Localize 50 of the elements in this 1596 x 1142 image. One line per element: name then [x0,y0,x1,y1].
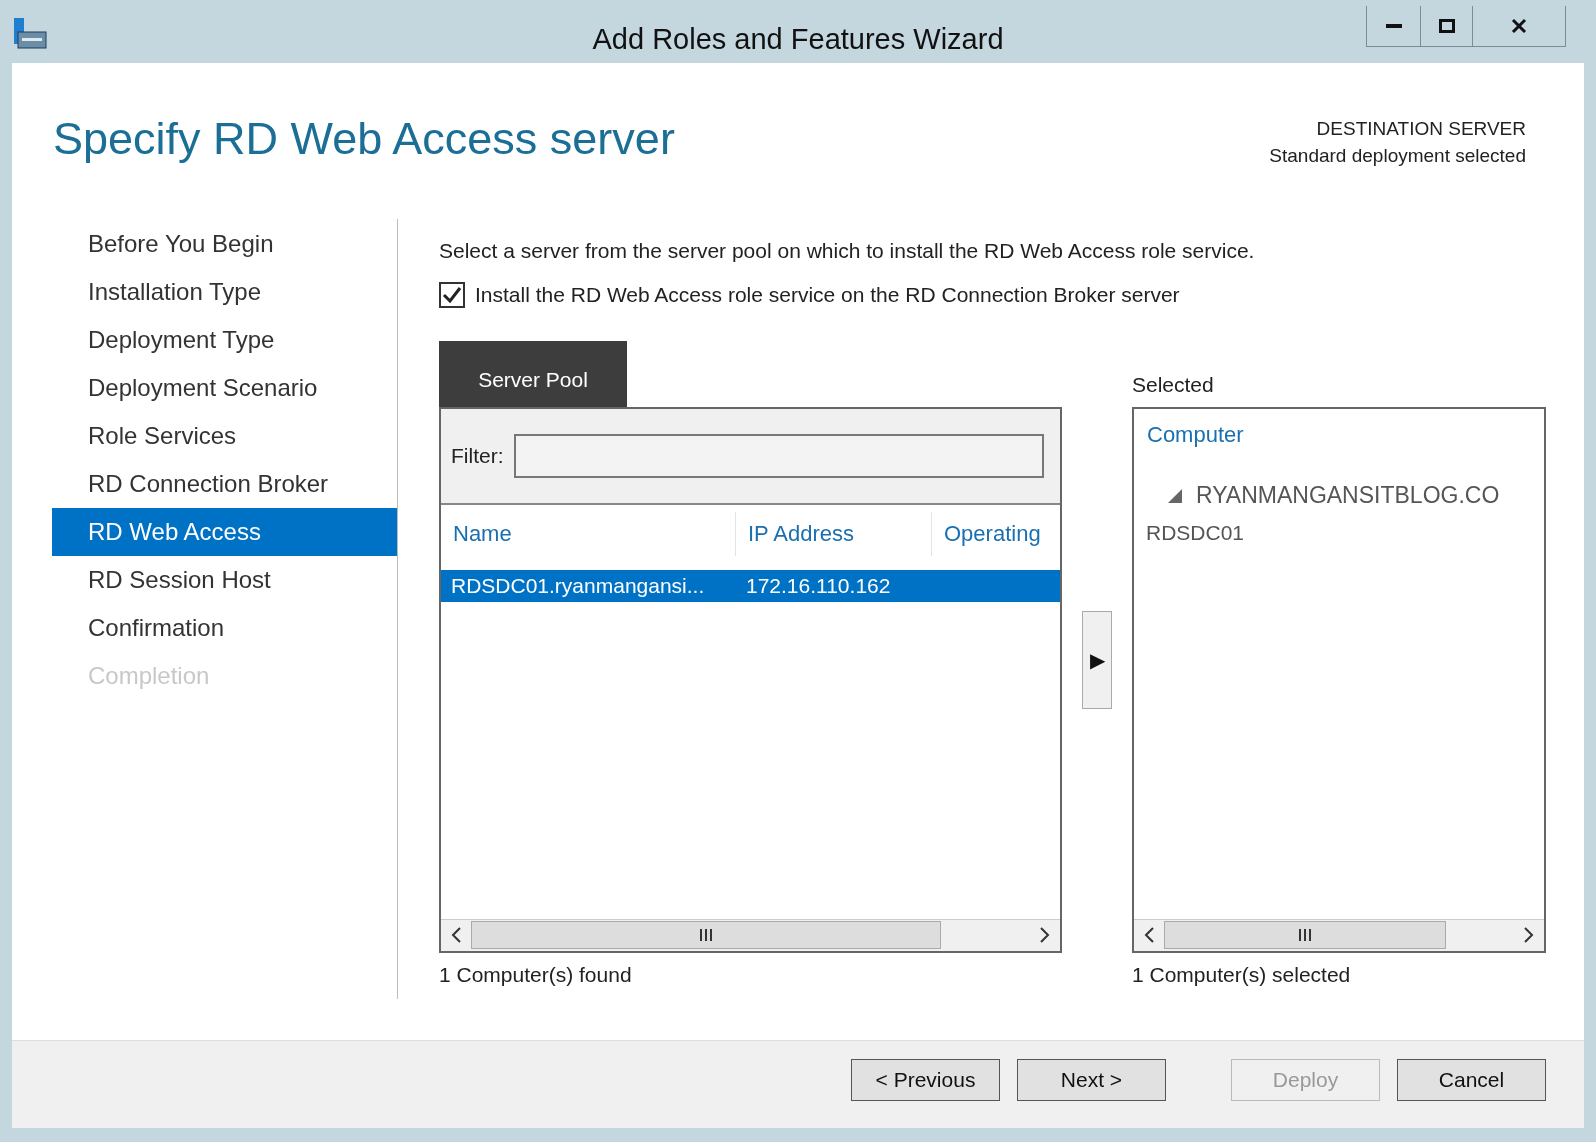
scrollbar-thumb[interactable] [1164,921,1446,949]
grip-icon [699,929,713,941]
maximize-icon [1438,19,1455,33]
selected-label: Selected [1132,372,1214,398]
filter-label: Filter: [451,442,504,469]
scroll-left-icon[interactable] [449,926,463,944]
expanded-triangle-icon[interactable] [1168,488,1182,503]
wizard-step[interactable]: Before You Begin [52,220,397,268]
scroll-left-icon[interactable] [1142,926,1156,944]
wizard-step[interactable]: RD Session Host [52,556,397,604]
table-cell-text: RDSDC01.ryanmangansi... [450,572,706,599]
table-cell-text: 172.16.110.162 [745,572,892,599]
grip-icon [1298,929,1312,941]
checkbox[interactable] [439,281,465,308]
wizard-step[interactable]: Installation Type [52,268,397,316]
scroll-right-icon[interactable] [1038,926,1052,944]
wizard-button[interactable]: Next > [1017,1058,1166,1101]
wizard-button[interactable]: Cancel [1397,1058,1546,1101]
server-manager-icon [14,18,48,50]
destination-server-value: Standard deployment selected [1269,144,1526,168]
server-pool-tab[interactable]: Server Pool [439,340,627,407]
page-title: Specify RD Web Access server [53,112,675,166]
column-header[interactable]: IP Address [736,511,932,556]
domain-group-label: RYANMANGANSITBLOG.CO [1196,481,1500,511]
computer-item[interactable]: RDSDC01 [1134,514,1245,551]
wizard-step[interactable]: Deployment Type [52,316,397,364]
add-button[interactable]: ▶ [1082,610,1112,709]
wizard-step[interactable]: Role Services [52,412,397,460]
scroll-right-icon[interactable] [1522,926,1536,944]
scrollbar-thumb[interactable] [471,921,941,949]
computers-found-text: 1 Computer(s) found [439,961,633,988]
table-row[interactable]: RDSDC01.ryanmangansi... 172.16.110.162 [441,569,1060,602]
column-header[interactable]: Name [441,511,736,556]
horizontal-scrollbar[interactable] [441,918,1060,951]
destination-server-label: DESTINATION SERVER [1316,117,1526,141]
wizard-step[interactable]: Deployment Scenario [52,364,397,412]
column-header[interactable]: Operating [932,511,1060,556]
column-header[interactable]: Computer [1147,418,1244,451]
computers-selected-text: 1 Computer(s) selected [1132,961,1352,988]
filter-input[interactable] [513,433,1044,478]
window-title: Add Roles and Features Wizard [592,22,1004,57]
checkbox-label[interactable]: Install the RD Web Access role service on the RD Connection Broker server [475,279,1180,311]
wizard-step[interactable]: RD Web Access [52,508,397,556]
minimize-icon [1385,24,1402,28]
horizontal-scrollbar[interactable] [1134,918,1544,951]
wizard-step[interactable]: RD Connection Broker [52,460,397,508]
description-text: Select a server from the server pool on which to install the RD Web Access role service. [439,238,1256,264]
wizard-button[interactable]: < Previous [851,1058,1000,1101]
close-icon [1511,18,1527,34]
wizard-step[interactable]: Confirmation [52,604,397,652]
